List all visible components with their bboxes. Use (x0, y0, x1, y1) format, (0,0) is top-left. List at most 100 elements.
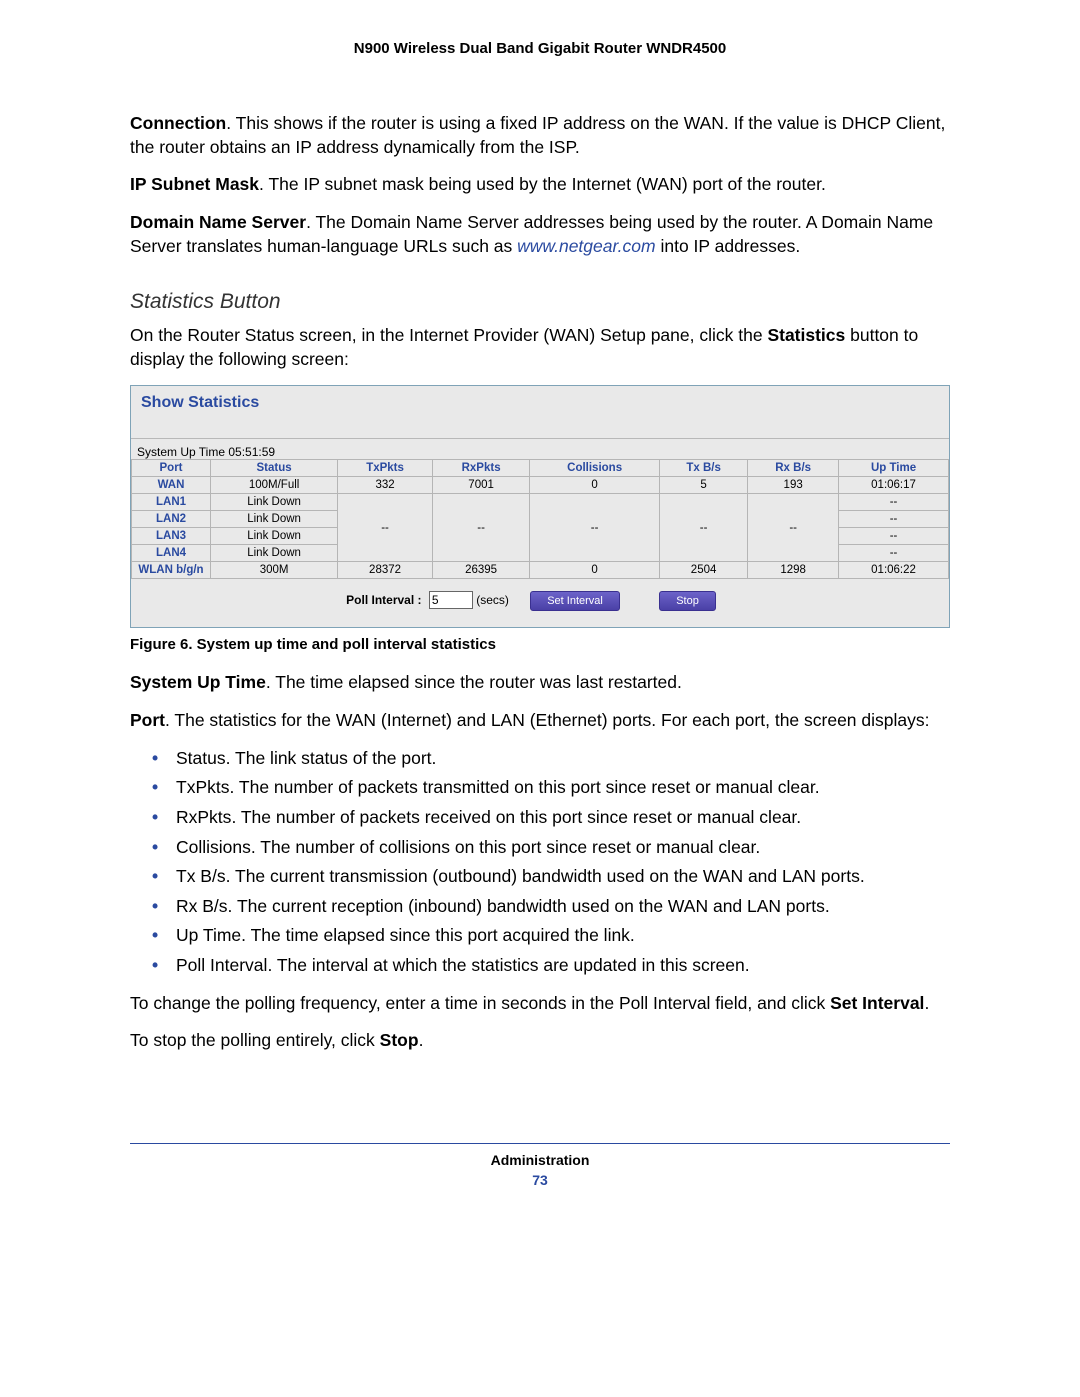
term-txbs: Tx B/s (176, 866, 226, 886)
paragraph-port: Port. The statistics for the WAN (Intern… (130, 709, 950, 733)
cell-col: 0 (530, 562, 660, 579)
list-item: Status. The link status of the port. (130, 747, 950, 771)
cell-txbs: 2504 (659, 562, 747, 579)
set-interval-button[interactable]: Set Interval (530, 591, 620, 611)
text-ip-subnet: . The IP subnet mask being used by the I… (259, 174, 826, 194)
cell-rxbs: 1298 (748, 562, 839, 579)
cell-port: WLAN b/g/n (132, 562, 211, 579)
paragraph-system-uptime: System Up Time. The time elapsed since t… (130, 671, 950, 695)
th-rxbs: Rx B/s (748, 460, 839, 477)
paragraph-change-poll: To change the polling frequency, enter a… (130, 992, 950, 1016)
th-txbs: Tx B/s (659, 460, 747, 477)
statistics-table: Port Status TxPkts RxPkts Collisions Tx … (131, 459, 949, 579)
text-change-poll: To change the polling frequency, enter a… (130, 993, 830, 1013)
term-rxbs: Rx B/s (176, 896, 228, 916)
cell-port: LAN1 (132, 494, 211, 511)
term-txpkts: TxPkts (176, 777, 229, 797)
cell-up: -- (839, 494, 949, 511)
term-ip-subnet: IP Subnet Mask (130, 174, 259, 194)
text-dns-post: into IP addresses. (656, 236, 801, 256)
cell-rx: -- (432, 494, 529, 562)
list-item: RxPkts. The number of packets received o… (130, 806, 950, 830)
table-row: WLAN b/g/n 300M 28372 26395 0 2504 1298 … (132, 562, 949, 579)
cell-tx: -- (338, 494, 433, 562)
table-row: WAN 100M/Full 332 7001 0 5 193 01:06:17 (132, 477, 949, 494)
cell-up: 01:06:17 (839, 477, 949, 494)
term-stop: Stop (380, 1030, 419, 1050)
text-uptime: . The time elapsed since this port acqui… (241, 925, 635, 945)
term-port: Port (130, 710, 165, 730)
list-item: Up Time. The time elapsed since this por… (130, 924, 950, 948)
term-uptime: Up Time (176, 925, 241, 945)
footer-page-number: 73 (130, 1172, 950, 1188)
text-status: . The link status of the port. (226, 748, 437, 768)
definition-list: Status. The link status of the port. TxP… (130, 747, 950, 978)
cell-status: Link Down (211, 528, 338, 545)
uptime-value: 05:51:59 (228, 445, 275, 459)
text-txbs: . The current transmission (outbound) ba… (226, 866, 865, 886)
text-txpkts: . The number of packets transmitted on t… (229, 777, 819, 797)
cell-rx: 7001 (432, 477, 529, 494)
poll-interval-label: Poll Interval : (346, 593, 421, 607)
section-title-statistics-button: Statistics Button (130, 290, 950, 314)
table-row: LAN1 Link Down -- -- -- -- -- -- (132, 494, 949, 511)
list-item: Tx B/s. The current transmission (outbou… (130, 865, 950, 889)
panel-title: Show Statistics (131, 386, 949, 439)
list-item: Collisions. The number of collisions on … (130, 836, 950, 860)
text-rxbs: . The current reception (inbound) bandwi… (228, 896, 830, 916)
link-netgear[interactable]: www.netgear.com (517, 236, 655, 256)
cell-port: LAN2 (132, 511, 211, 528)
term-status: Status (176, 748, 226, 768)
cell-txbs: -- (659, 494, 747, 562)
term-statistics: Statistics (767, 325, 845, 345)
term-dns: Domain Name Server (130, 212, 306, 232)
list-item: Rx B/s. The current reception (inbound) … (130, 895, 950, 919)
term-set-interval: Set Interval (830, 993, 924, 1013)
footer-rule (130, 1143, 950, 1144)
cell-rx: 26395 (432, 562, 529, 579)
list-item: TxPkts. The number of packets transmitte… (130, 776, 950, 800)
list-item: Poll Interval. The interval at which the… (130, 954, 950, 978)
figure-caption: Figure 6. System up time and poll interv… (130, 636, 950, 653)
cell-rxbs: 193 (748, 477, 839, 494)
term-rxpkts: RxPkts (176, 807, 231, 827)
term-system-uptime: System Up Time (130, 672, 266, 692)
text-rxpkts: . The number of packets received on this… (231, 807, 801, 827)
cell-tx: 332 (338, 477, 433, 494)
term-connection: Connection (130, 113, 226, 133)
cell-status: Link Down (211, 511, 338, 528)
cell-status: Link Down (211, 494, 338, 511)
cell-status: 100M/Full (211, 477, 338, 494)
cell-port: WAN (132, 477, 211, 494)
cell-rxbs: -- (748, 494, 839, 562)
cell-port: LAN3 (132, 528, 211, 545)
paragraph-dns: Domain Name Server. The Domain Name Serv… (130, 211, 950, 258)
system-uptime-row: System Up Time 05:51:59 (131, 439, 949, 459)
poll-interval-unit: (secs) (476, 593, 509, 607)
cell-status: 300M (211, 562, 338, 579)
th-rxpkts: RxPkts (432, 460, 529, 477)
panel-footer: Poll Interval : (secs) Set Interval Stop (131, 579, 949, 627)
text-collisions: . The number of collisions on this port … (251, 837, 760, 857)
footer-section: Administration (491, 1152, 590, 1168)
paragraph-stats-intro: On the Router Status screen, in the Inte… (130, 324, 950, 371)
paragraph-ip-subnet: IP Subnet Mask. The IP subnet mask being… (130, 173, 950, 197)
statistics-panel: Show Statistics System Up Time 05:51:59 … (130, 385, 950, 628)
text-system-uptime: . The time elapsed since the router was … (266, 672, 682, 692)
th-txpkts: TxPkts (338, 460, 433, 477)
th-port: Port (132, 460, 211, 477)
cell-port: LAN4 (132, 545, 211, 562)
cell-up: -- (839, 511, 949, 528)
term-poll-interval: Poll Interval (176, 955, 267, 975)
cell-up: -- (839, 545, 949, 562)
text-connection: . This shows if the router is using a fi… (130, 113, 945, 157)
th-collisions: Collisions (530, 460, 660, 477)
th-status: Status (211, 460, 338, 477)
stop-button[interactable]: Stop (659, 591, 716, 611)
cell-status: Link Down (211, 545, 338, 562)
term-collisions: Collisions (176, 837, 251, 857)
text-poll-interval: . The interval at which the statistics a… (267, 955, 749, 975)
poll-interval-input[interactable] (429, 591, 473, 609)
cell-up: -- (839, 528, 949, 545)
cell-tx: 28372 (338, 562, 433, 579)
